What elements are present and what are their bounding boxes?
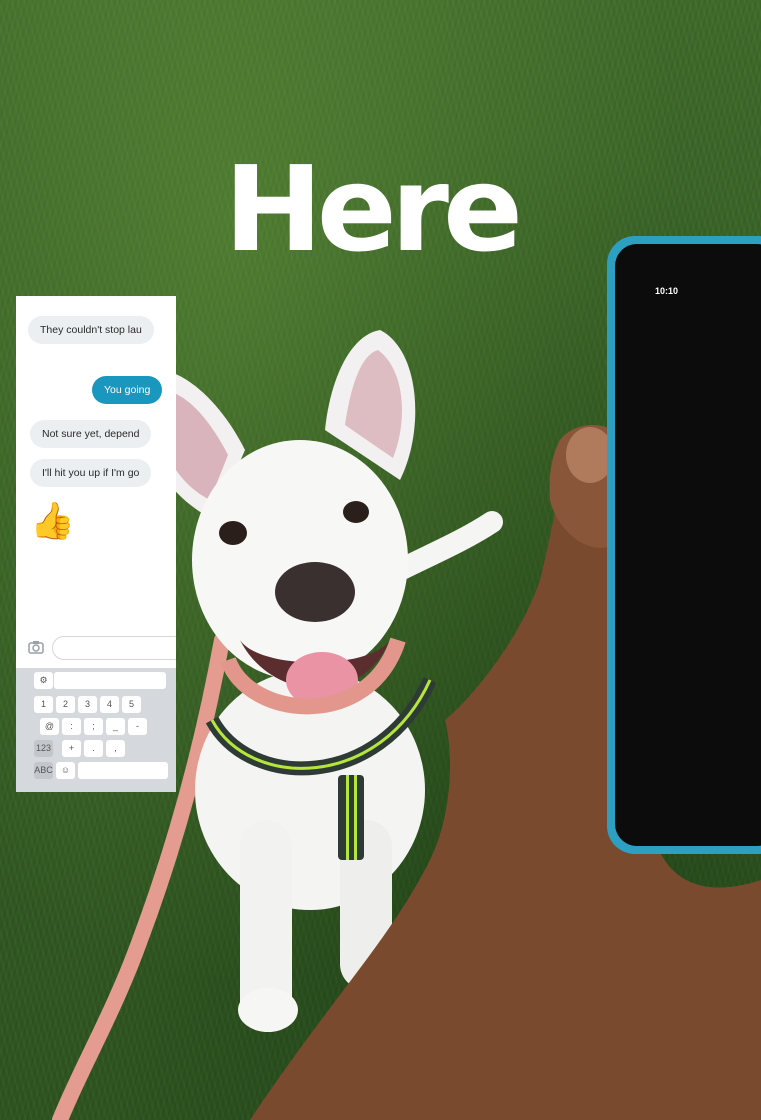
key-underscore[interactable]: _	[106, 718, 125, 735]
key-3[interactable]: 3	[78, 696, 97, 713]
key-4[interactable]: 4	[100, 696, 119, 713]
smartphone: 10:10	[607, 236, 761, 854]
photo-scene: Here 10:10 They couldn't stop lau You go…	[0, 0, 761, 1120]
dog-paw	[238, 988, 298, 1032]
key-semicolon[interactable]: ;	[84, 718, 103, 735]
message-bubble-incoming: Not sure yet, depend	[30, 420, 152, 448]
key-period[interactable]: .	[84, 740, 103, 757]
key-2[interactable]: 2	[56, 696, 75, 713]
key-colon[interactable]: :	[62, 718, 81, 735]
message-input[interactable]	[52, 636, 176, 660]
key-dash[interactable]: -	[128, 718, 147, 735]
dog-head	[192, 440, 408, 680]
thumbs-up-emoji: 👍	[30, 500, 75, 541]
dog-nose	[275, 562, 355, 622]
phone-bezel: 10:10	[615, 244, 761, 846]
message-bubble-outgoing: You going	[92, 376, 163, 404]
key-1[interactable]: 1	[34, 696, 53, 713]
key-5[interactable]: 5	[122, 696, 141, 713]
space-key[interactable]	[78, 762, 168, 779]
message-bubble-incoming: They couldn't stop lau	[28, 316, 154, 344]
settings-key[interactable]: ⚙	[34, 672, 53, 689]
key-plus[interactable]: +	[62, 740, 81, 757]
message-bubble-incoming: I'll hit you up if I'm go	[30, 459, 152, 487]
emoji-key[interactable]: ☺	[56, 762, 75, 779]
status-time: 10:10	[655, 286, 679, 296]
dog-eye-right	[343, 501, 369, 523]
key-abc[interactable]: ABC	[34, 762, 53, 779]
key-comma[interactable]: ,	[106, 740, 125, 757]
dog-tail	[389, 511, 503, 581]
camera-icon[interactable]	[28, 640, 44, 654]
keyboard-suggestion-bar	[54, 672, 166, 689]
key-at[interactable]: @	[40, 718, 59, 735]
dog-eye-left	[219, 521, 247, 545]
dog-harness-strap	[338, 775, 364, 860]
phone-screen: They couldn't stop lau You going Not sur…	[16, 296, 176, 792]
compose-bar	[16, 634, 176, 664]
key-123[interactable]: 123	[34, 740, 53, 757]
onscreen-keyboard: ⚙ 1 2 3 4 5 @ : ; _ - 123 + . , ABC ☺	[16, 668, 176, 792]
